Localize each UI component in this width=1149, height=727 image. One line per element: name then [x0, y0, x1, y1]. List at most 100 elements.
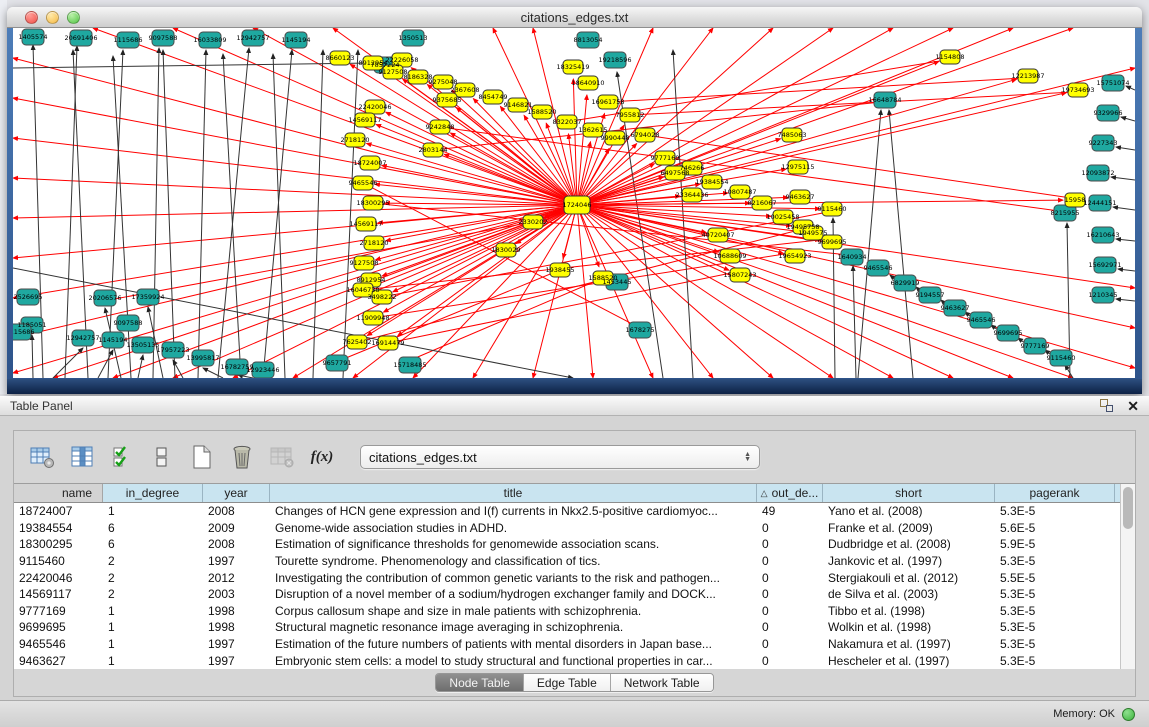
zoom-window-icon[interactable]: [67, 11, 80, 24]
cell-out_de[interactable]: 0: [757, 553, 823, 570]
cell-name[interactable]: 9777169: [14, 603, 103, 620]
delete-column-icon[interactable]: [228, 443, 256, 471]
table-row[interactable]: 1456911722003Disruption of a novel membe…: [14, 586, 1120, 603]
column-header-name[interactable]: name: [14, 484, 103, 502]
cell-out_de[interactable]: 0: [757, 569, 823, 586]
cell-year[interactable]: 2003: [203, 586, 270, 603]
cell-year[interactable]: 2008: [203, 503, 270, 520]
float-panel-icon[interactable]: [1100, 399, 1113, 412]
table-row[interactable]: 2242004622012Investigating the contribut…: [14, 569, 1120, 586]
row-boxes-icon[interactable]: [148, 443, 176, 471]
cell-in_degree[interactable]: 6: [103, 520, 203, 537]
cell-name[interactable]: 9465546: [14, 636, 103, 653]
table-mode-icon[interactable]: [28, 443, 56, 471]
cell-name[interactable]: 14569117: [14, 586, 103, 603]
cell-out_de[interactable]: 49: [757, 503, 823, 520]
cell-year[interactable]: 1998: [203, 619, 270, 636]
column-header-short[interactable]: short: [823, 484, 995, 502]
cell-pagerank[interactable]: 5.3E-5: [995, 636, 1115, 653]
cell-pagerank[interactable]: 5.6E-5: [995, 520, 1115, 537]
column-header-pagerank[interactable]: pagerank: [995, 484, 1115, 502]
cell-short[interactable]: Tibbo et al. (1998): [823, 603, 995, 620]
tab-network-table[interactable]: Network Table: [611, 674, 713, 691]
table-row[interactable]: 911546021997Tourette syndrome. Phenomeno…: [14, 553, 1120, 570]
cell-in_degree[interactable]: 1: [103, 636, 203, 653]
cell-out_de[interactable]: 0: [757, 586, 823, 603]
column-header-year[interactable]: year: [203, 484, 270, 502]
cell-out_de[interactable]: 0: [757, 536, 823, 553]
cell-title[interactable]: Investigating the contribution of common…: [270, 569, 757, 586]
cell-pagerank[interactable]: 5.5E-5: [995, 569, 1115, 586]
cell-short[interactable]: de Silva et al. (2003): [823, 586, 995, 603]
cell-short[interactable]: Nakamura et al. (1997): [823, 636, 995, 653]
cell-year[interactable]: 2009: [203, 520, 270, 537]
cell-pagerank[interactable]: 5.3E-5: [995, 586, 1115, 603]
cell-name[interactable]: 19384554: [14, 520, 103, 537]
cell-year[interactable]: 1998: [203, 603, 270, 620]
cell-out_de[interactable]: 0: [757, 619, 823, 636]
cell-title[interactable]: Estimation of the future numbers of pati…: [270, 636, 757, 653]
table-row[interactable]: 1830029562008Estimation of significance …: [14, 536, 1120, 553]
close-window-icon[interactable]: [25, 11, 38, 24]
cell-short[interactable]: Stergiakouli et al. (2012): [823, 569, 995, 586]
cell-pagerank[interactable]: 5.3E-5: [995, 503, 1115, 520]
cell-name[interactable]: 9463627: [14, 652, 103, 669]
create-column-icon[interactable]: [188, 443, 216, 471]
cell-name[interactable]: 9699695: [14, 619, 103, 636]
cell-title[interactable]: Changes of HCN gene expression and I(f) …: [270, 503, 757, 520]
function-builder-icon[interactable]: f(x): [308, 443, 336, 471]
table-row[interactable]: 946554611997Estimation of the future num…: [14, 636, 1120, 653]
cell-pagerank[interactable]: 5.3E-5: [995, 553, 1115, 570]
table-chooser-dropdown[interactable]: citations_edges.txt ▲▼: [360, 445, 760, 469]
cell-year[interactable]: 2008: [203, 536, 270, 553]
cell-year[interactable]: 1997: [203, 652, 270, 669]
cell-short[interactable]: Franke et al. (2009): [823, 520, 995, 537]
cell-short[interactable]: Jankovic et al. (1997): [823, 553, 995, 570]
network-canvas[interactable]: 1405574206914061115686909758816033809129…: [13, 28, 1135, 378]
select-rows-icon[interactable]: [108, 443, 136, 471]
cell-pagerank[interactable]: 5.3E-5: [995, 603, 1115, 620]
close-panel-icon[interactable]: ✕: [1127, 399, 1139, 413]
cell-year[interactable]: 2012: [203, 569, 270, 586]
table-scrollbar[interactable]: [1120, 484, 1135, 669]
cell-name[interactable]: 18724007: [14, 503, 103, 520]
table-row[interactable]: 1938455462009Genome-wide association stu…: [14, 520, 1120, 537]
cell-in_degree[interactable]: 2: [103, 553, 203, 570]
cell-short[interactable]: Yano et al. (2008): [823, 503, 995, 520]
cell-short[interactable]: Wolkin et al. (1998): [823, 619, 995, 636]
cell-title[interactable]: Structural magnetic resonance image aver…: [270, 619, 757, 636]
cell-title[interactable]: Tourette syndrome. Phenomenology and cla…: [270, 553, 757, 570]
cell-in_degree[interactable]: 2: [103, 569, 203, 586]
cell-out_de[interactable]: 0: [757, 603, 823, 620]
cell-out_de[interactable]: 0: [757, 636, 823, 653]
tab-edge-table[interactable]: Edge Table: [524, 674, 611, 691]
cell-in_degree[interactable]: 1: [103, 652, 203, 669]
show-columns-icon[interactable]: [68, 443, 96, 471]
cell-pagerank[interactable]: 5.9E-5: [995, 536, 1115, 553]
cell-short[interactable]: Dudbridge et al. (2008): [823, 536, 995, 553]
cell-out_de[interactable]: 0: [757, 520, 823, 537]
window-titlebar[interactable]: citations_edges.txt: [7, 7, 1142, 28]
table-row[interactable]: 946362711997Embryonic stem cells: a mode…: [14, 652, 1120, 669]
cell-year[interactable]: 1997: [203, 553, 270, 570]
table-row[interactable]: 969969511998Structural magnetic resonanc…: [14, 619, 1120, 636]
cell-short[interactable]: Hescheler et al. (1997): [823, 652, 995, 669]
cell-in_degree[interactable]: 6: [103, 536, 203, 553]
column-header-title[interactable]: title: [270, 484, 757, 502]
cell-pagerank[interactable]: 5.3E-5: [995, 619, 1115, 636]
cell-name[interactable]: 22420046: [14, 569, 103, 586]
cell-in_degree[interactable]: 2: [103, 586, 203, 603]
minimize-window-icon[interactable]: [46, 11, 59, 24]
cell-year[interactable]: 1997: [203, 636, 270, 653]
table-scrollbar-thumb[interactable]: [1123, 487, 1133, 529]
cell-title[interactable]: Estimation of significance thresholds fo…: [270, 536, 757, 553]
table-row[interactable]: 977716911998Corpus callosum shape and si…: [14, 603, 1120, 620]
cell-title[interactable]: Corpus callosum shape and size in male p…: [270, 603, 757, 620]
citation-network-graph[interactable]: 1405574206914061115686909758816033809129…: [13, 28, 1135, 378]
column-header-in_degree[interactable]: in_degree: [103, 484, 203, 502]
cell-in_degree[interactable]: 1: [103, 603, 203, 620]
cell-out_de[interactable]: 0: [757, 652, 823, 669]
column-header-out_de[interactable]: △out_de...: [757, 484, 823, 502]
cell-in_degree[interactable]: 1: [103, 503, 203, 520]
cell-title[interactable]: Disruption of a novel member of a sodium…: [270, 586, 757, 603]
